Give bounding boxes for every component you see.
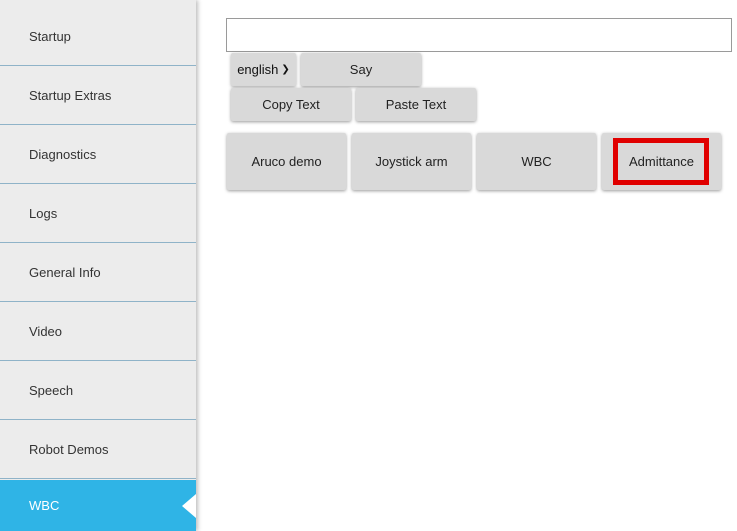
sidebar-item-label: Diagnostics — [29, 147, 97, 162]
aruco-demo-button[interactable]: Aruco demo — [227, 133, 346, 190]
joystick-arm-button[interactable]: Joystick arm — [352, 133, 471, 190]
say-button[interactable]: Say — [301, 53, 421, 86]
sidebar-item-logs[interactable]: Logs — [0, 185, 196, 243]
copy-text-button[interactable]: Copy Text — [231, 88, 351, 121]
sidebar-item-label: General Info — [29, 265, 101, 280]
admittance-label: Admittance — [628, 154, 695, 169]
sidebar-item-video[interactable]: Video — [0, 303, 196, 361]
sidebar-item-startup-extras[interactable]: Startup Extras — [0, 67, 196, 125]
sidebar-item-label: Logs — [29, 206, 58, 221]
sidebar-item-wbc[interactable]: WBC — [0, 480, 196, 531]
sidebar: Startup Startup Extras Diagnostics Logs … — [0, 0, 196, 531]
sidebar-item-startup[interactable]: Startup — [0, 8, 196, 66]
sidebar-item-general-info[interactable]: General Info — [0, 244, 196, 302]
sidebar-item-label: Robot Demos — [29, 442, 109, 457]
sidebar-item-label: Speech — [29, 383, 74, 398]
sidebar-item-label: Startup — [29, 29, 71, 44]
aruco-demo-label: Aruco demo — [251, 154, 322, 169]
sidebar-item-label: Video — [29, 324, 63, 339]
sidebar-item-label: Startup Extras — [29, 88, 112, 103]
paste-text-button[interactable]: Paste Text — [356, 88, 476, 121]
copy-text-label: Copy Text — [262, 97, 320, 112]
joystick-arm-label: Joystick arm — [375, 154, 448, 169]
chevron-down-icon: ❯ — [281, 64, 290, 75]
speech-text-input[interactable] — [226, 18, 732, 52]
wbc-button[interactable]: WBC — [477, 133, 596, 190]
wbc-label: WBC — [521, 154, 552, 169]
sidebar-item-label: WBC — [29, 498, 60, 513]
language-select[interactable]: english ❯ — [231, 53, 296, 86]
sidebar-item-robot-demos[interactable]: Robot Demos — [0, 421, 196, 479]
sidebar-item-diagnostics[interactable]: Diagnostics — [0, 126, 196, 184]
sidebar-item-speech[interactable]: Speech — [0, 362, 196, 420]
admittance-button[interactable]: Admittance — [602, 133, 721, 190]
language-select-value: english — [237, 62, 279, 77]
say-button-label: Say — [349, 62, 373, 77]
paste-text-label: Paste Text — [385, 97, 447, 112]
